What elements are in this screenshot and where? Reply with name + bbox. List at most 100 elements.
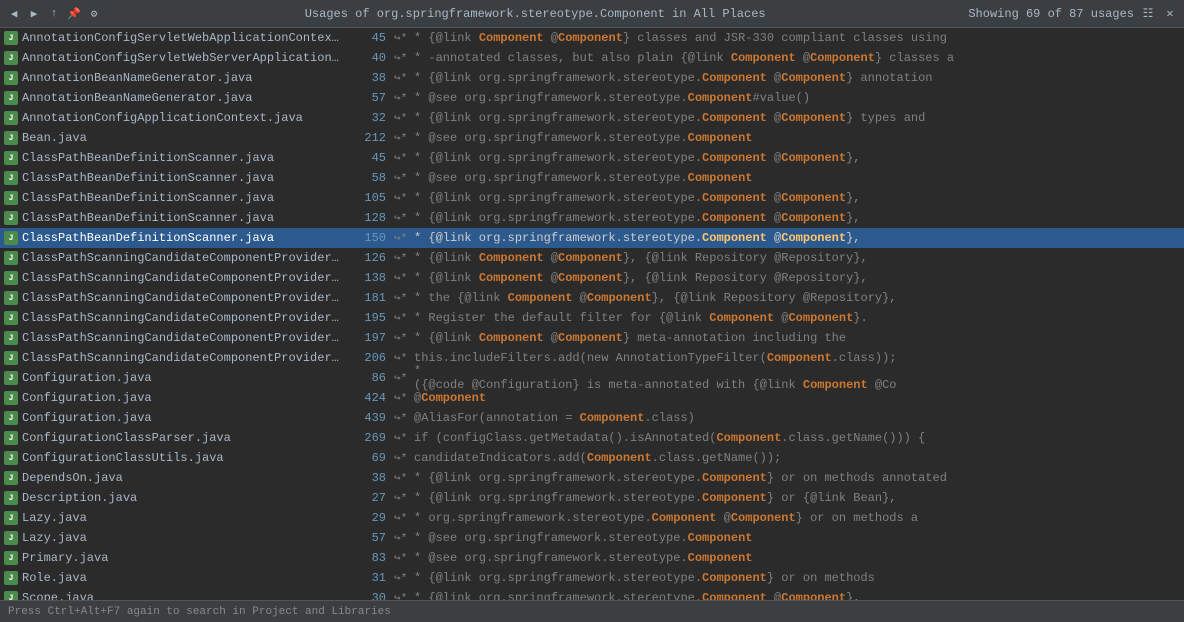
row-arrow: ↪* <box>394 191 414 205</box>
back-icon[interactable]: ◀ <box>6 6 22 22</box>
row-line: 38 <box>344 71 394 85</box>
row-line: 86 <box>344 371 394 385</box>
row-file: JDescription.java <box>4 491 344 505</box>
table-row[interactable]: JClassPathBeanDefinitionScanner.java128↪… <box>0 208 1184 228</box>
table-row[interactable]: JClassPathScanningCandidateComponentProv… <box>0 308 1184 328</box>
table-row[interactable]: JConfigurationClassParser.java269↪*if (c… <box>0 428 1184 448</box>
row-arrow: ↪* <box>394 111 414 125</box>
table-row[interactable]: JClassPathBeanDefinitionScanner.java58↪*… <box>0 168 1184 188</box>
table-row[interactable]: JRole.java31↪** {@link org.springframewo… <box>0 568 1184 588</box>
row-line: 58 <box>344 171 394 185</box>
row-arrow: ↪* <box>394 411 414 425</box>
row-file: J Configuration.java <box>4 391 344 405</box>
close-icon[interactable]: ✕ <box>1162 6 1178 22</box>
row-file: JDependsOn.java <box>4 471 344 485</box>
row-preview: * {@link Component @Component} meta-anno… <box>414 331 1180 345</box>
row-arrow: ↪* <box>394 151 414 165</box>
toolbar-title: Usages of org.springframework.stereotype… <box>102 7 968 21</box>
table-row[interactable]: JClassPathScanningCandidateComponentProv… <box>0 328 1184 348</box>
row-preview: * ({@code @Configuration} is meta-annota… <box>414 364 1180 392</box>
table-row[interactable]: JAnnotationConfigApplicationContext.java… <box>0 108 1184 128</box>
file-icon: J <box>4 271 18 285</box>
file-icon: J <box>4 571 18 585</box>
file-icon: J <box>4 431 18 445</box>
row-file: J Lazy.java <box>4 531 344 545</box>
table-row[interactable]: JAnnotationBeanNameGenerator.java57↪** @… <box>0 88 1184 108</box>
row-arrow: ↪* <box>394 491 414 505</box>
table-row[interactable]: JDependsOn.java38↪** {@link org.springfr… <box>0 468 1184 488</box>
table-row[interactable]: JClassPathBeanDefinitionScanner.java105↪… <box>0 188 1184 208</box>
expand-icon[interactable]: ☷ <box>1140 6 1156 22</box>
forward-icon[interactable]: ▶ <box>26 6 42 22</box>
row-line: 150 <box>344 231 394 245</box>
table-row[interactable]: JLazy.java29↪** org.springframework.ster… <box>0 508 1184 528</box>
row-line: 31 <box>344 571 394 585</box>
row-arrow: ↪* <box>394 271 414 285</box>
results-list[interactable]: JAnnotationConfigServletWebApplicationCo… <box>0 28 1184 600</box>
table-row[interactable]: JPrimary.java83↪** @see org.springframew… <box>0 548 1184 568</box>
file-name: Configuration.java <box>22 391 152 405</box>
table-row[interactable]: JConfiguration.java86↪** ({@code @Config… <box>0 368 1184 388</box>
row-line: 181 <box>344 291 394 305</box>
row-file: JLazy.java <box>4 511 344 525</box>
file-icon: J <box>4 391 18 405</box>
up-icon[interactable]: ↑ <box>46 6 62 22</box>
table-row[interactable]: JClassPathScanningCandidateComponentProv… <box>0 248 1184 268</box>
table-row[interactable]: JAnnotationConfigServletWebServerApplica… <box>0 48 1184 68</box>
row-arrow: ↪* <box>394 471 414 485</box>
row-line: 424 <box>344 391 394 405</box>
table-row[interactable]: JDescription.java27↪** {@link org.spring… <box>0 488 1184 508</box>
file-name: ClassPathBeanDefinitionScanner.java <box>22 151 274 165</box>
table-row[interactable]: JClassPathBeanDefinitionScanner.java150↪… <box>0 228 1184 248</box>
row-file: JClassPathScanningCandidateComponentProv… <box>4 251 344 265</box>
row-file: JAnnotationConfigServletWebServerApplica… <box>4 51 344 65</box>
row-file: JClassPathBeanDefinitionScanner.java <box>4 151 344 165</box>
table-row[interactable]: JConfigurationClassUtils.java69↪*candida… <box>0 448 1184 468</box>
file-name: Primary.java <box>22 551 108 565</box>
pin-icon[interactable]: 📌 <box>66 6 82 22</box>
row-arrow: ↪* <box>394 251 414 265</box>
row-preview: * {@link org.springframework.stereotype.… <box>414 111 1180 125</box>
row-file: JClassPathScanningCandidateComponentProv… <box>4 331 344 345</box>
table-row[interactable]: JClassPathBeanDefinitionScanner.java45↪*… <box>0 148 1184 168</box>
row-preview: * @see org.springframework.stereotype.Co… <box>414 91 1180 105</box>
row-file: JConfiguration.java <box>4 371 344 385</box>
row-line: 57 <box>344 91 394 105</box>
file-icon: J <box>4 531 18 545</box>
file-name: Lazy.java <box>22 531 87 545</box>
file-icon: J <box>4 491 18 505</box>
table-row[interactable]: JConfiguration.java439↪*@AliasFor(annota… <box>0 408 1184 428</box>
row-file: J ClassPathScanningCandidateComponentProv… <box>4 351 344 365</box>
table-row[interactable]: JConfiguration.java424↪*@Component <box>0 388 1184 408</box>
file-icon: J <box>4 191 18 205</box>
table-row[interactable]: JClassPathScanningCandidateComponentProv… <box>0 268 1184 288</box>
table-row[interactable]: JScope.java30↪** {@link org.springframew… <box>0 588 1184 600</box>
table-row[interactable]: JBean.java212↪** @see org.springframewor… <box>0 128 1184 148</box>
row-preview: * @see org.springframework.stereotype.Co… <box>414 131 1180 145</box>
file-icon: J <box>4 351 18 365</box>
row-line: 83 <box>344 551 394 565</box>
table-row[interactable]: JLazy.java57↪** @see org.springframework… <box>0 528 1184 548</box>
file-icon: J <box>4 471 18 485</box>
row-preview: * {@link org.springframework.stereotype.… <box>414 571 1180 585</box>
file-name: ClassPathScanningCandidateComponentProvi… <box>22 351 344 365</box>
row-arrow: ↪* <box>394 591 414 600</box>
table-row[interactable]: JAnnotationBeanNameGenerator.java38↪** {… <box>0 68 1184 88</box>
content: JAnnotationConfigServletWebApplicationCo… <box>0 28 1184 600</box>
row-file: JAnnotationBeanNameGenerator.java <box>4 91 344 105</box>
file-name: AnnotationBeanNameGenerator.java <box>22 71 252 85</box>
row-arrow: ↪* <box>394 351 414 365</box>
row-line: 206 <box>344 351 394 365</box>
row-line: 439 <box>344 411 394 425</box>
row-file: JClassPathScanningCandidateComponentProv… <box>4 271 344 285</box>
status-bar: Press Ctrl+Alt+F7 again to search in Pro… <box>0 600 1184 622</box>
row-preview: * {@link org.springframework.stereotype.… <box>414 231 1180 245</box>
table-row[interactable]: JAnnotationConfigServletWebApplicationCo… <box>0 28 1184 48</box>
settings-icon[interactable]: ⚙ <box>86 6 102 22</box>
file-icon: J <box>4 291 18 305</box>
row-file: JConfiguration.java <box>4 411 344 425</box>
row-arrow: ↪* <box>394 531 414 545</box>
row-file: JRole.java <box>4 571 344 585</box>
table-row[interactable]: JClassPathScanningCandidateComponentProv… <box>0 288 1184 308</box>
row-preview: * {@link Component @Component}, {@link R… <box>414 251 1180 265</box>
